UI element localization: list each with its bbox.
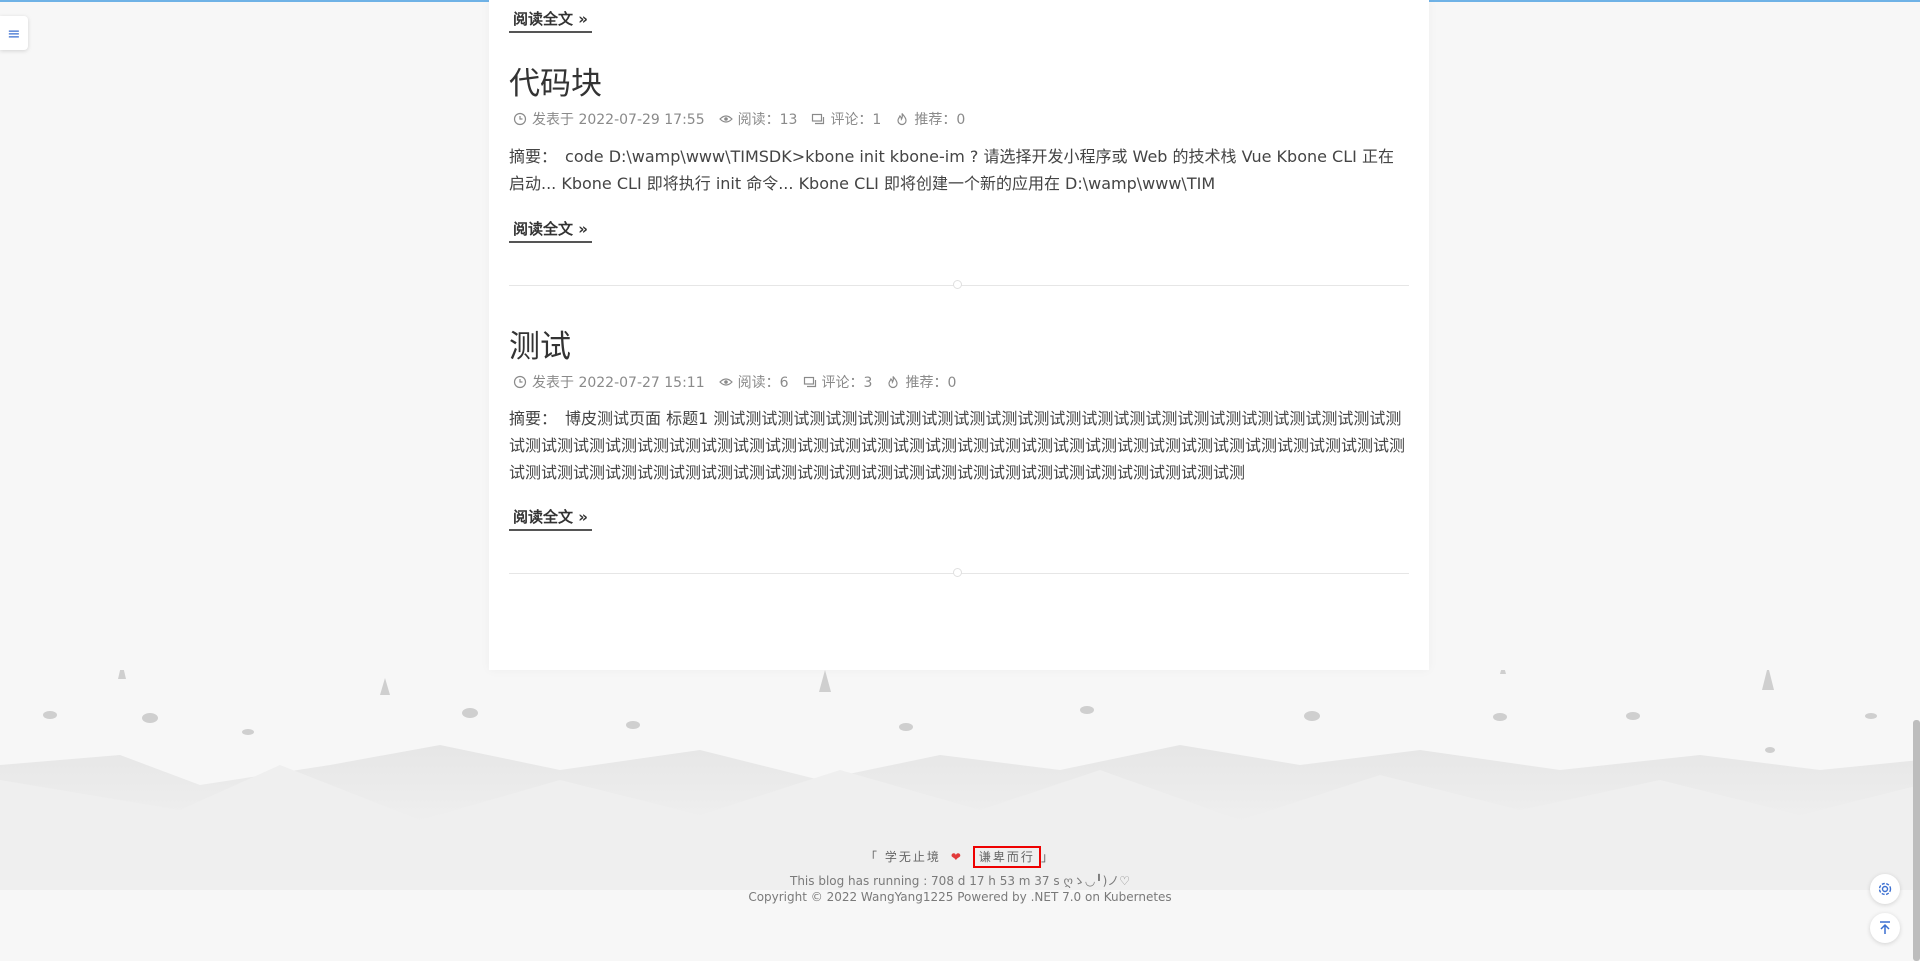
- post-views: 阅读：13: [737, 112, 798, 128]
- post-title[interactable]: 测试: [509, 321, 571, 366]
- settings-button[interactable]: [1870, 874, 1900, 904]
- sidebar-toggle-button[interactable]: ≡: [0, 16, 28, 50]
- slogan-left: 「 学无止境: [865, 850, 941, 864]
- page-scrollbar[interactable]: [1913, 720, 1920, 961]
- post-summary: 摘要： code D:\wamp\www\TIMSDK>kbone init kb…: [509, 143, 1409, 197]
- copyright-text: Copyright © 2022 WangYang1225 Powered by…: [748, 890, 1172, 904]
- post-title[interactable]: 代码块: [509, 58, 602, 103]
- read-more-link[interactable]: 阅读全文 »: [509, 218, 592, 243]
- footer-slogan: 「 学无止境 ❤ 谦卑而行」: [0, 846, 1920, 868]
- heart-icon: ❤: [950, 850, 963, 864]
- post-recommend: 推荐：0: [905, 375, 957, 391]
- back-to-top-button[interactable]: [1870, 913, 1900, 943]
- post-divider: [509, 280, 1409, 289]
- running-time-text: This blog has running : 708 d 17 h 53 m …: [789, 874, 1131, 888]
- post-comments: 评论：1: [830, 112, 882, 128]
- back-to-top-icon: [1880, 921, 1890, 934]
- eye-icon: [718, 115, 733, 123]
- fire-icon: [897, 113, 907, 126]
- post-meta: 发表于 2022-07-27 15:11 阅读：6 评论：3 推荐：0: [513, 372, 964, 392]
- post-meta: 发表于 2022-07-29 17:55 阅读：13 评论：1 推荐：0: [513, 109, 973, 129]
- post-date: 发表于 2022-07-29 17:55: [532, 112, 705, 128]
- post-recommend: 推荐：0: [914, 112, 966, 128]
- post-divider: [509, 568, 1409, 577]
- comment-icon: [812, 113, 825, 125]
- clock-icon: [513, 112, 527, 126]
- summary-label: 摘要：: [509, 147, 558, 166]
- comment-icon: [803, 376, 816, 388]
- post-views: 阅读：6: [737, 375, 789, 391]
- eye-icon: [718, 378, 733, 386]
- slogan-end: 」: [1040, 850, 1055, 864]
- gear-icon: [1878, 882, 1892, 896]
- post-comments: 评论：3: [821, 375, 873, 391]
- post-list: 阅读全文 » 代码块 发表于 2022-07-29 17:55 阅读：13 评论…: [489, 0, 1429, 670]
- read-more-link[interactable]: 阅读全文 »: [509, 8, 592, 33]
- read-more-link[interactable]: 阅读全文 »: [509, 506, 592, 531]
- summary-label: 摘要：: [509, 409, 558, 428]
- summary-text: 博皮测试页面 标题1 测试测试测试测试测试测试测试测试测试测试测试测试测试测试测…: [509, 409, 1406, 482]
- slogan-right-highlighted: 谦卑而行: [972, 846, 1041, 868]
- hamburger-icon: ≡: [7, 23, 21, 43]
- fire-icon: [888, 376, 899, 389]
- summary-text: code D:\wamp\www\TIMSDK>kbone init kbone…: [509, 147, 1394, 193]
- clock-icon: [513, 375, 527, 389]
- post-date: 发表于 2022-07-27 15:11: [532, 375, 705, 391]
- post-summary: 摘要： 博皮测试页面 标题1 测试测试测试测试测试测试测试测试测试测试测试测试测试…: [509, 405, 1409, 486]
